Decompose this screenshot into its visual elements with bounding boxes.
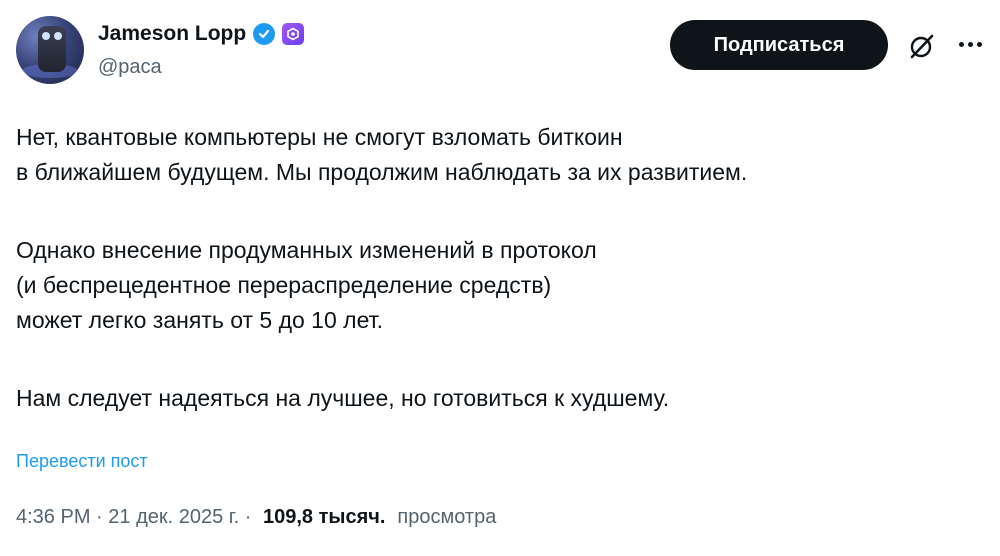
- more-options-icon[interactable]: [959, 42, 982, 47]
- author-name-row: Jameson Lopp: [98, 22, 305, 46]
- avatar-eye-left: [42, 32, 50, 40]
- tweet-line: Нет, квантовые компьютеры не смогут взло…: [16, 124, 623, 150]
- tweet-line: может легко занять от 5 до 10 лет.: [16, 307, 383, 333]
- tweet-text: Нет, квантовые компьютеры не смогут взло…: [16, 120, 976, 416]
- more-dot: [959, 42, 964, 47]
- tweet-line: (и беспрецедентное перераспределение сре…: [16, 272, 552, 298]
- tweet-line: Однако внесение продуманных изменений в …: [16, 237, 597, 263]
- tweet-date[interactable]: 21 дек. 2025 г.: [108, 506, 239, 529]
- more-dot: [977, 42, 982, 47]
- affiliate-badge-icon[interactable]: [282, 23, 305, 45]
- follow-button[interactable]: Подписаться: [670, 20, 888, 70]
- meta-separator: ·: [90, 506, 109, 528]
- avatar-eye-right: [54, 32, 62, 40]
- grok-icon[interactable]: [908, 32, 936, 60]
- tweet-time[interactable]: 4:36 PM: [16, 506, 90, 529]
- meta-separator: ·: [239, 506, 257, 528]
- tweet-line: в ближайшем будущем. Мы продолжим наблюд…: [16, 159, 748, 185]
- avatar[interactable]: [16, 16, 84, 84]
- author-display-name[interactable]: Jameson Lopp: [98, 22, 246, 46]
- tweet-meta: 4:36 PM · 21 дек. 2025 г. · 109,8 тысяч.…: [16, 506, 496, 529]
- translate-post-link[interactable]: Перевести пост: [16, 451, 148, 472]
- more-dot: [968, 42, 973, 47]
- views-count[interactable]: 109,8 тысяч.: [263, 506, 385, 529]
- author-handle[interactable]: @paca: [98, 56, 162, 79]
- views-label: просмотра: [397, 506, 497, 528]
- tweet-line: Нам следует надеяться на лучшее, но гото…: [16, 385, 670, 411]
- verified-badge-icon[interactable]: [253, 23, 276, 45]
- tweet-header: Jameson Lopp @paca Подписаться: [16, 12, 984, 86]
